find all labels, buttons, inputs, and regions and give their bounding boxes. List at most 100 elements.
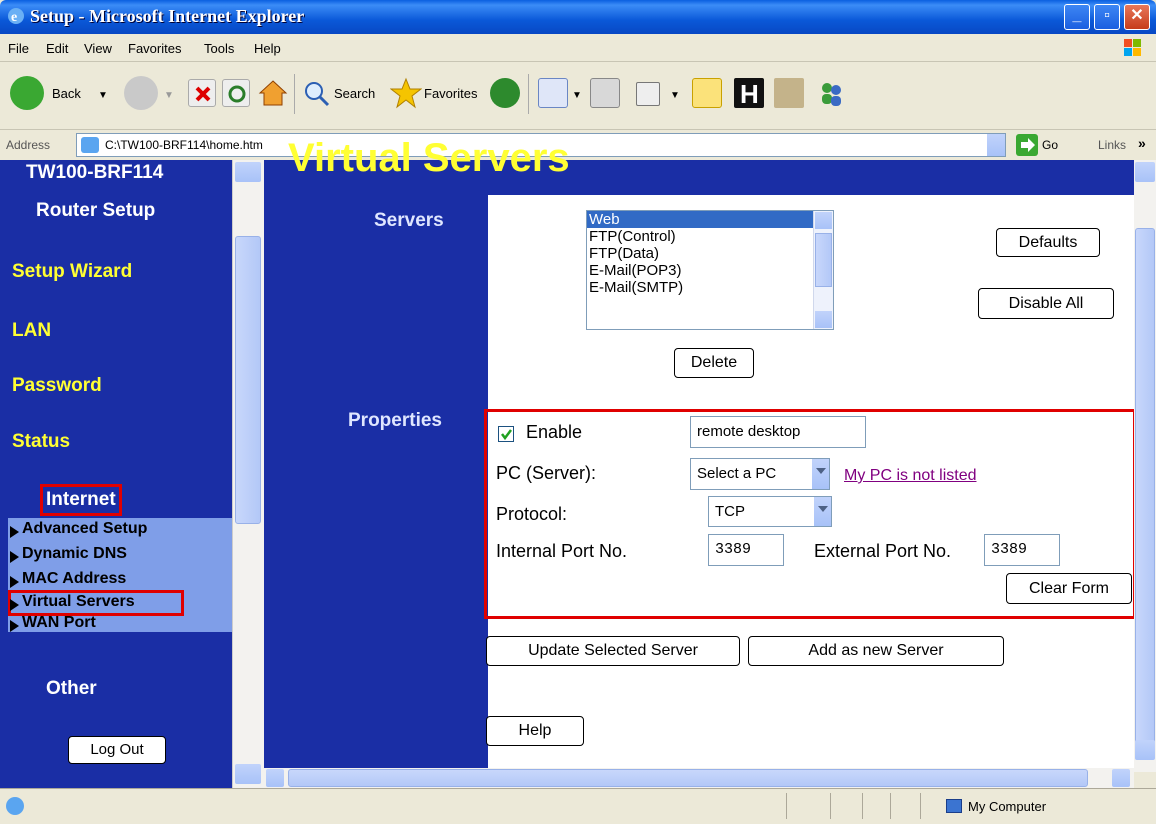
address-dropdown-icon[interactable] (987, 134, 1005, 156)
address-value: C:\TW100-BRF114\home.htm (105, 138, 263, 152)
pc-not-listed-link[interactable]: My PC is not listed (844, 467, 976, 485)
edit-icon[interactable] (636, 82, 660, 106)
status-divider (830, 793, 831, 819)
add-new-server-button[interactable]: Add as new Server (748, 636, 1004, 666)
scroll-down-icon[interactable] (1135, 740, 1155, 760)
research-icon[interactable] (774, 78, 804, 108)
scroll-up-icon[interactable] (815, 212, 832, 229)
refresh-icon[interactable] (222, 79, 250, 107)
forward-arrow-icon[interactable] (124, 76, 158, 110)
server-name-input[interactable]: remote desktop (690, 416, 866, 448)
menu-edit[interactable]: Edit (46, 41, 68, 56)
list-item[interactable]: E-Mail(POP3) (587, 262, 833, 279)
scroll-up-icon[interactable] (1135, 162, 1155, 182)
pc-server-label: PC (Server): (496, 463, 597, 483)
sidebar-item-other[interactable]: Other (46, 678, 97, 700)
svg-text:e: e (11, 10, 17, 25)
chevron-right-icon[interactable]: » (1138, 135, 1146, 151)
address-label: Address (6, 138, 51, 152)
internal-port-label: Internal Port No. (496, 541, 628, 561)
status-divider (890, 793, 891, 819)
favorites-star-icon[interactable] (389, 77, 423, 109)
list-scrollbar[interactable] (813, 211, 833, 329)
sidebar-subitem-wan-port[interactable]: WAN Port (22, 614, 96, 632)
menu-bar: File Edit View Favorites Tools Help (0, 34, 1156, 62)
protocol-select[interactable]: TCP (708, 496, 832, 527)
scroll-thumb[interactable] (288, 769, 1088, 787)
home-icon[interactable] (258, 78, 288, 108)
scroll-thumb[interactable] (815, 233, 832, 287)
sidebar-item-internet[interactable]: Internet (40, 484, 122, 516)
sidebar-subitem-advanced-setup[interactable]: Advanced Setup (22, 520, 147, 538)
forward-dropdown-icon[interactable]: ▼ (164, 90, 174, 101)
scroll-left-icon[interactable] (266, 769, 284, 787)
scroll-up-icon[interactable] (235, 162, 261, 182)
maximize-button[interactable]: ▫ (1094, 4, 1120, 30)
clear-form-button[interactable]: Clear Form (1006, 573, 1132, 604)
list-item[interactable]: E-Mail(SMTP) (587, 279, 833, 296)
sidebar-subitem-virtual-servers[interactable]: Virtual Servers (22, 593, 135, 611)
menu-view[interactable]: View (84, 41, 112, 56)
logout-button[interactable]: Log Out (68, 736, 166, 764)
list-item[interactable]: FTP(Control) (587, 228, 833, 245)
scroll-thumb[interactable] (1135, 228, 1155, 748)
sidebar-item-setup-wizard[interactable]: Setup Wizard (12, 261, 132, 283)
delete-button[interactable]: Delete (674, 348, 754, 378)
main-scrollbar[interactable] (1134, 160, 1156, 772)
disable-all-button[interactable]: Disable All (978, 288, 1114, 319)
back-dropdown-icon[interactable]: ▼ (98, 90, 108, 101)
go-arrow-icon[interactable] (1016, 134, 1038, 156)
close-button[interactable]: ✕ (1124, 4, 1150, 30)
status-divider (862, 793, 863, 819)
menu-help[interactable]: Help (254, 41, 281, 56)
horizontal-scrollbar[interactable] (264, 768, 1134, 788)
stop-icon[interactable] (188, 79, 216, 107)
menu-tools[interactable]: Tools (204, 41, 234, 56)
sidebar-scrollbar[interactable] (232, 160, 264, 788)
sidebar-subitem-dynamic-dns[interactable]: Dynamic DNS (22, 545, 127, 563)
enable-checkbox[interactable] (498, 426, 514, 442)
servers-listbox[interactable]: Web FTP(Control) FTP(Data) E-Mail(POP3) … (586, 210, 834, 330)
print-icon[interactable] (590, 78, 620, 108)
list-item[interactable]: FTP(Data) (587, 245, 833, 262)
sidebar-frame: TW100-BRF114 Router Setup Setup Wizard L… (0, 160, 264, 788)
edit-dropdown-icon[interactable]: ▼ (670, 90, 680, 101)
favorites-label[interactable]: Favorites (424, 86, 477, 101)
back-arrow-icon[interactable] (10, 76, 44, 110)
scroll-right-icon[interactable] (1112, 769, 1130, 787)
external-port-input[interactable]: 3389 (984, 534, 1060, 566)
sidebar-item-password[interactable]: Password (12, 375, 102, 397)
list-item[interactable]: Web (587, 211, 833, 228)
menu-favorites[interactable]: Favorites (128, 41, 181, 56)
messenger-icon[interactable] (816, 78, 846, 108)
external-port-label: External Port No. (814, 541, 952, 561)
scroll-thumb[interactable] (235, 236, 261, 524)
menu-file[interactable]: File (8, 41, 29, 56)
sidebar-submenu: Advanced Setup Dynamic DNS MAC Address V… (8, 518, 232, 632)
update-selected-server-button[interactable]: Update Selected Server (486, 636, 740, 666)
search-label[interactable]: Search (334, 86, 375, 101)
hijackthis-icon[interactable]: H (734, 78, 764, 109)
scroll-down-icon[interactable] (235, 764, 261, 784)
links-button[interactable]: Links (1098, 138, 1126, 152)
sidebar-item-lan[interactable]: LAN (12, 320, 51, 342)
toolbar-divider (528, 74, 529, 114)
zone-label: My Computer (968, 799, 1047, 814)
internal-port-input[interactable]: 3389 (708, 534, 784, 566)
minimize-button[interactable]: _ (1064, 4, 1090, 30)
mail-icon[interactable] (538, 78, 568, 108)
toolbar-divider (294, 74, 295, 114)
mail-dropdown-icon[interactable]: ▼ (572, 90, 582, 101)
go-button[interactable]: Go (1042, 138, 1058, 152)
discuss-icon[interactable] (692, 78, 722, 108)
defaults-button[interactable]: Defaults (996, 228, 1100, 257)
sidebar-subitem-mac-address[interactable]: MAC Address (22, 570, 126, 588)
help-button[interactable]: Help (486, 716, 584, 746)
history-icon[interactable] (490, 78, 520, 108)
search-icon[interactable] (302, 79, 330, 107)
scroll-down-icon[interactable] (815, 311, 832, 328)
sidebar-item-status[interactable]: Status (12, 431, 70, 453)
pc-select[interactable]: Select a PC (690, 458, 830, 490)
chevron-down-icon (811, 459, 829, 489)
back-label[interactable]: Back (52, 86, 81, 101)
